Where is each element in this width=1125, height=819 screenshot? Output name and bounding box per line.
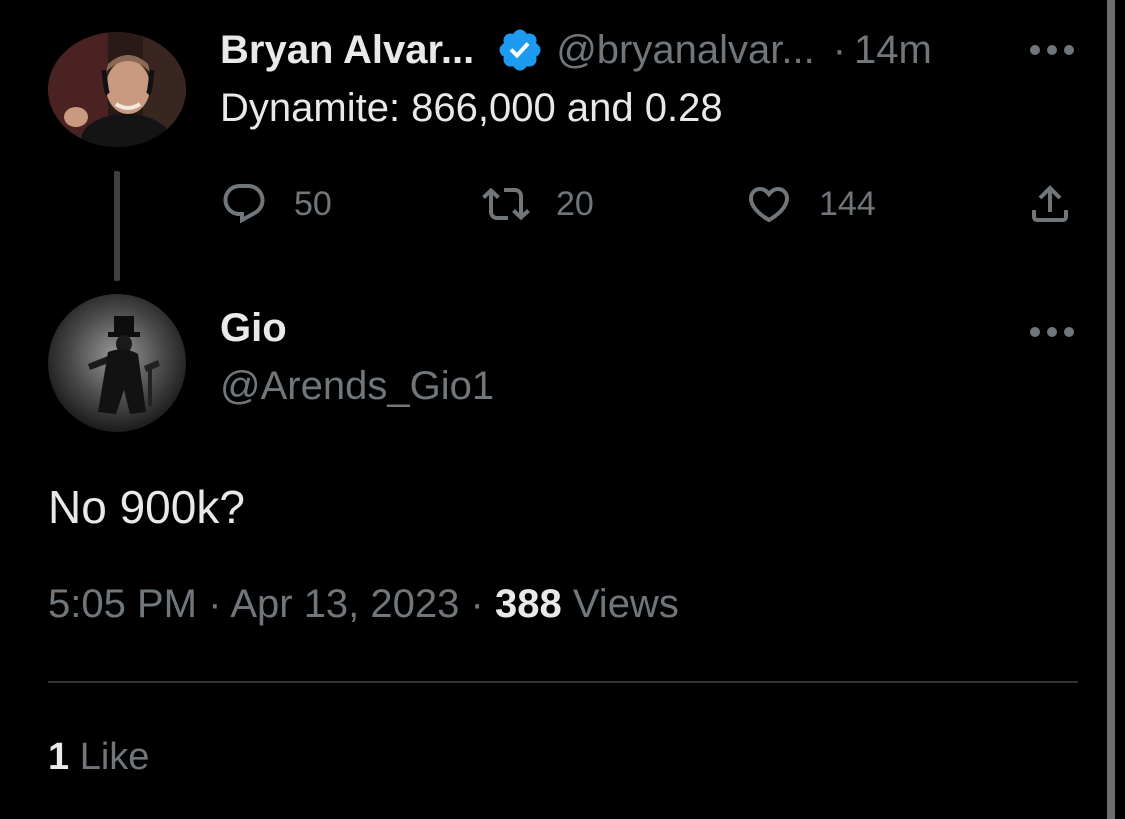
views-count: 388 xyxy=(494,582,562,626)
reply-count: 50 xyxy=(294,184,332,223)
reply-bubble-icon xyxy=(223,184,265,224)
separator-dot: · xyxy=(832,27,847,72)
tweet-header: Bryan Alvar... @bryanalvar... · 14m xyxy=(220,22,932,78)
reply-button[interactable]: 50 xyxy=(220,180,332,228)
retweet-button[interactable]: 20 xyxy=(482,180,594,228)
handle[interactable]: @bryanalvar... xyxy=(556,28,815,73)
tweet-time[interactable]: 5:05 PM xyxy=(48,582,197,626)
avatar-bryan[interactable] xyxy=(48,32,186,147)
display-name[interactable]: Bryan Alvar... xyxy=(220,28,474,73)
retweet-count: 20 xyxy=(556,184,594,223)
likes-summary[interactable]: 1 Like xyxy=(48,736,149,779)
reply-handle[interactable]: @Arends_Gio1 xyxy=(220,364,494,409)
heart-icon xyxy=(748,187,790,223)
retweet-icon xyxy=(482,187,530,221)
tweet-date[interactable]: Apr 13, 2023 xyxy=(230,582,459,626)
verified-badge-icon xyxy=(499,29,541,71)
reply-text: No 900k? xyxy=(48,481,245,533)
like-count: 144 xyxy=(819,184,876,223)
time-ago[interactable]: 14m xyxy=(854,28,932,73)
separator-dot: · xyxy=(208,582,222,626)
reply-display-name[interactable]: Gio xyxy=(220,306,287,351)
more-dots-icon[interactable] xyxy=(1030,322,1074,342)
scrollbar[interactable] xyxy=(1107,0,1115,819)
share-upload-icon xyxy=(1032,185,1068,222)
separator-dot: · xyxy=(470,582,484,626)
views-label: Views xyxy=(572,582,679,626)
thread-connector xyxy=(114,171,120,281)
tweet-text: Dynamite: 866,000 and 0.28 xyxy=(220,86,723,130)
share-button[interactable] xyxy=(1026,180,1074,228)
divider xyxy=(48,681,1078,683)
more-dots-icon[interactable] xyxy=(1030,40,1074,60)
likes-count: 1 xyxy=(48,736,70,778)
avatar-gio[interactable] xyxy=(48,294,186,432)
likes-label: Like xyxy=(79,736,150,778)
tweet-meta: 5:05 PM · Apr 13, 2023 · 388 Views xyxy=(48,582,679,627)
like-button[interactable]: 144 xyxy=(745,180,876,228)
